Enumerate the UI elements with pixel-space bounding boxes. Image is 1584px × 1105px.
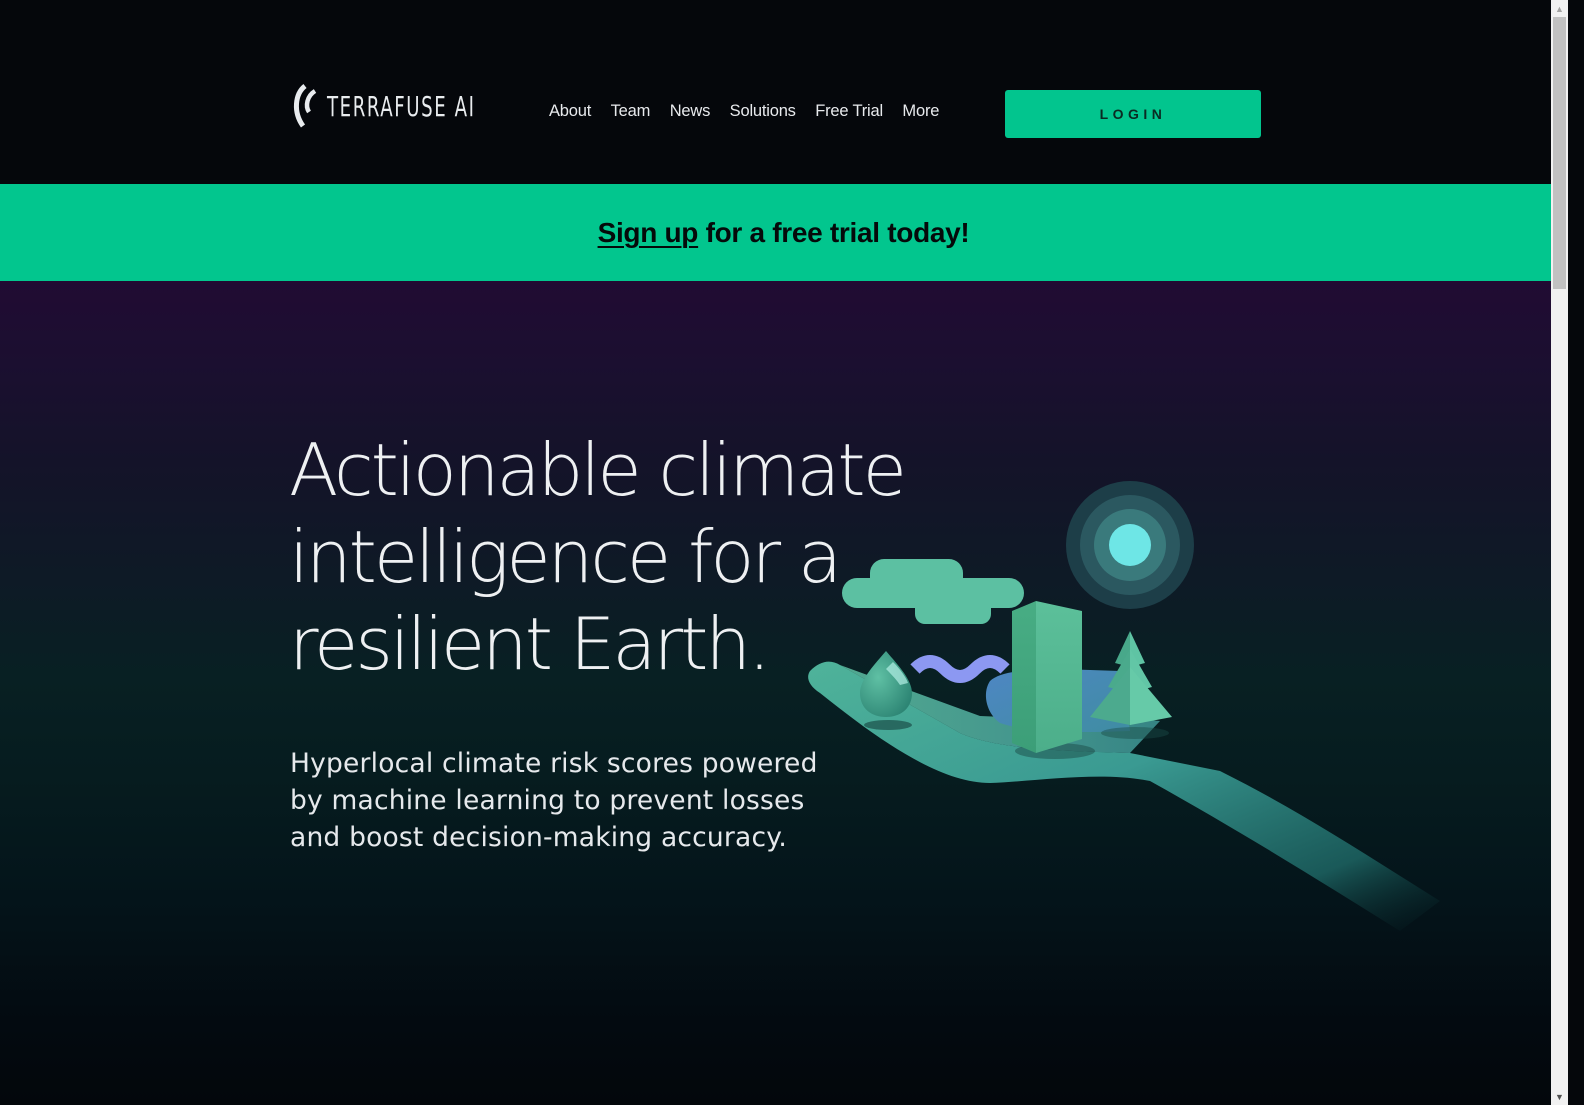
main-nav: About Team News Solutions Free Trial Mor… [549,102,959,121]
nav-solutions[interactable]: Solutions [730,102,796,121]
login-button[interactable]: LOGIN [1005,90,1261,138]
banner-text: Sign up for a free trial today! [598,217,970,249]
banner-rest-text: for a free trial today! [698,216,970,248]
nav-news[interactable]: News [670,102,711,121]
scroll-up-arrow-icon[interactable]: ▲ [1551,0,1568,17]
hero-subtitle-line: by machine learning to prevent losses [290,785,805,816]
sun-shape [1066,481,1194,609]
hero-subtitle-line: Hyperlocal climate risk scores powered [290,748,818,779]
scroll-down-arrow-icon[interactable]: ▼ [1551,1088,1568,1105]
brand-name: TERRAFUSE AI [327,89,476,123]
cloud-shape [842,559,1024,624]
vertical-scrollbar[interactable]: ▲ ▼ [1551,0,1568,1105]
hero-subtitle: Hyperlocal climate risk scores powered b… [290,745,850,856]
hero-section: Actionable climate intelligence for a re… [0,281,1567,1105]
nav-free-trial[interactable]: Free Trial [815,102,883,121]
page: TERRAFUSE AI About Team News Solutions F… [0,0,1567,1105]
signup-banner: Sign up for a free trial today! [0,184,1567,281]
nav-about[interactable]: About [549,102,591,121]
hero-subtitle-line: and boost decision-making accuracy. [290,822,787,853]
wave-shape [910,655,1010,683]
nav-team[interactable]: Team [611,102,651,121]
signup-link[interactable]: Sign up [598,217,699,248]
nav-more[interactable]: More [902,102,939,121]
brand-logo[interactable]: TERRAFUSE AI [291,82,533,130]
site-header: TERRAFUSE AI About Team News Solutions F… [0,0,1567,184]
signal-arcs-icon [294,84,317,128]
hero-illustration [808,481,1440,931]
scrollbar-thumb[interactable] [1553,17,1566,289]
